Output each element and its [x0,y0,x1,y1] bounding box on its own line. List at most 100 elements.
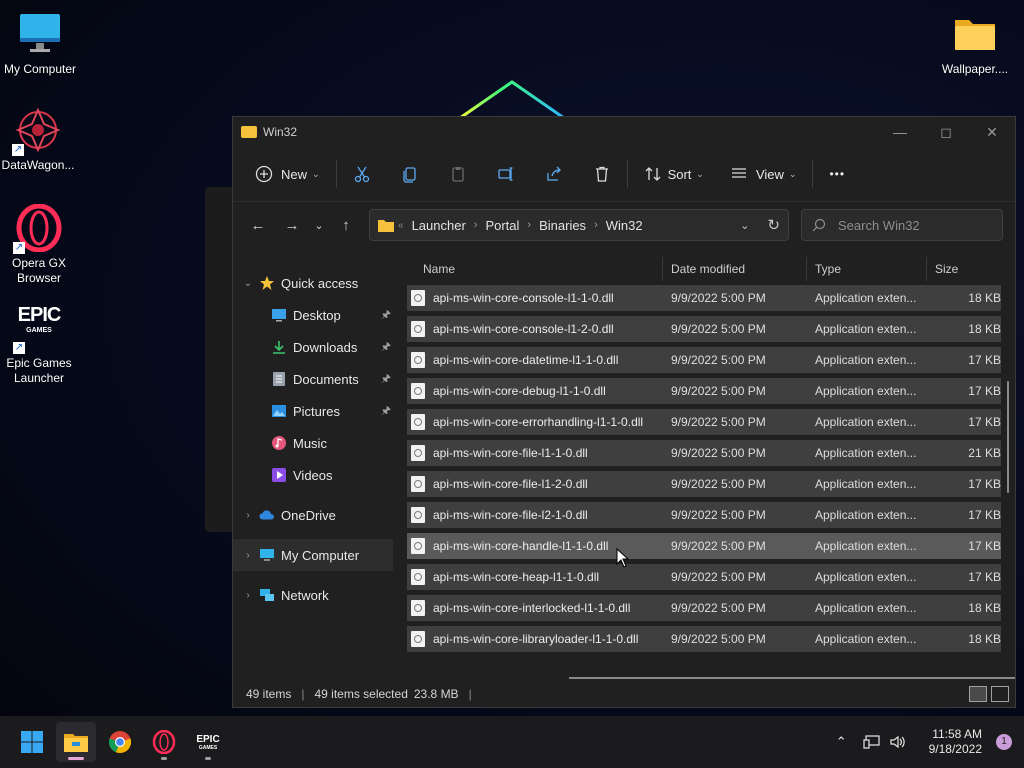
taskbar-file-explorer[interactable] [56,722,96,762]
desktop-icon-label: DataWagon... [1,158,75,172]
file-size: 17 KB [968,415,1001,429]
nav-item-desktop[interactable]: Desktop 🖈 [233,299,393,331]
taskbar-epic-games[interactable]: EPIC GAMES [188,722,228,762]
file-name: api-ms-win-core-datetime-l1-1-0.dll [433,353,619,367]
column-header-type[interactable]: Type [807,257,927,281]
nav-item-my-computer[interactable]: › My Computer [233,539,393,571]
chevron-up-icon[interactable]: ⌃ [836,734,847,750]
details-view-button[interactable] [969,686,987,702]
sort-label: Sort [667,166,692,182]
nav-item-music[interactable]: Music [233,427,393,459]
forward-button[interactable]: → [277,210,307,240]
delete-button[interactable] [585,158,619,190]
address-bar[interactable]: « Launcher › Portal › Binaries › Win32 ⌄… [369,209,789,241]
desktop-icon-label: Opera GX Browser [11,256,67,285]
table-row[interactable]: api-ms-win-core-console-l1-1-0.dll 9/9/20… [407,285,1001,311]
nav-item-downloads[interactable]: Downloads 🖈 [233,331,393,363]
close-button[interactable]: ✕ [969,117,1015,147]
minimize-button[interactable]: — [877,117,923,147]
back-button[interactable]: ← [243,210,273,240]
tiles-view-button[interactable] [991,686,1009,702]
network-status-icon[interactable] [863,734,881,750]
file-type: Application exten... [815,415,917,429]
file-size: 17 KB [968,570,1001,584]
sort-icon [645,167,661,181]
nav-item-videos[interactable]: Videos [233,459,393,491]
desktop-icon-opera-gx[interactable]: ↗ Opera GX Browser [0,203,79,286]
dll-file-icon [411,631,425,647]
dll-file-icon [411,383,425,399]
paste-button[interactable] [441,158,475,190]
table-row[interactable]: api-ms-win-core-datetime-l1-1-0.dll 9/9/2… [407,347,1001,373]
chevron-right-icon[interactable]: › [241,550,255,561]
search-input[interactable]: Search Win32 [801,209,1003,241]
start-button[interactable] [12,722,52,762]
nav-item-pictures[interactable]: Pictures 🖈 [233,395,393,427]
vertical-scrollbar[interactable] [1007,381,1009,493]
rename-icon [497,167,513,181]
table-row[interactable]: api-ms-win-core-interlocked-l1-1-0.dll 9/… [407,595,1001,621]
desktop-icon-my-computer[interactable]: My Computer [0,10,80,77]
file-name: api-ms-win-core-handle-l1-1-0.dll [433,539,609,553]
maximize-button[interactable]: ◻ [923,117,969,147]
table-row[interactable]: api-ms-win-core-file-l1-2-0.dll 9/9/2022 … [407,471,1001,497]
view-button[interactable]: View ⌄ [722,158,805,190]
nav-item-quick-access[interactable]: ⌄ Quick access [233,267,393,299]
taskbar-chrome[interactable] [100,722,140,762]
table-row[interactable]: api-ms-win-core-heap-l1-1-0.dll 9/9/2022 … [407,564,1001,590]
command-bar: New ⌄ Sort ⌄ View ⌄ ••• [233,147,1015,202]
breadcrumb-win32[interactable]: Win32 [606,218,643,233]
title-bar[interactable]: Win32 — ◻ ✕ [233,117,1015,147]
breadcrumb-binaries[interactable]: Binaries [539,218,586,233]
table-row[interactable]: api-ms-win-core-console-l1-2-0.dll 9/9/20… [407,316,1001,342]
nav-item-documents[interactable]: Documents 🖈 [233,363,393,395]
breadcrumb-launcher[interactable]: Launcher [412,218,466,233]
clock[interactable]: 11:58 AM 9/18/2022 [929,727,982,757]
desktop-icon-label: My Computer [3,62,77,76]
file-rows: api-ms-win-core-console-l1-1-0.dll 9/9/20… [407,285,1015,652]
breadcrumb-portal[interactable]: Portal [485,218,519,233]
copy-button[interactable] [393,158,427,190]
column-header-date[interactable]: Date modified [663,257,807,281]
nav-label: Downloads [293,339,358,355]
table-row[interactable]: api-ms-win-core-libraryloader-l1-1-0.dll… [407,626,1001,652]
background-window [205,187,233,532]
nav-item-onedrive[interactable]: › OneDrive [233,499,393,531]
chevron-down-icon[interactable]: ⌄ [241,278,255,289]
nav-label: Pictures [293,403,340,419]
table-row[interactable]: api-ms-win-core-errorhandling-l1-1-0.dll… [407,409,1001,435]
up-button[interactable]: ↑ [331,210,361,240]
desktop-icon-epic-games[interactable]: EPIC GAMES ↗ Epic Games Launcher [0,304,79,386]
desktop-icon-datawagon[interactable]: ↗ DataWagon... [0,106,78,173]
sort-button[interactable]: Sort ⌄ [636,158,712,190]
taskbar-opera-gx[interactable] [144,722,184,762]
table-row[interactable]: api-ms-win-core-debug-l1-1-0.dll 9/9/2022… [407,378,1001,404]
nav-item-network[interactable]: › Network [233,579,393,611]
column-header-size[interactable]: Size [927,257,999,281]
chevron-right-icon[interactable]: › [241,510,255,521]
refresh-icon[interactable]: ↻ [767,216,780,234]
table-row[interactable]: api-ms-win-core-handle-l1-1-0.dll 9/9/202… [407,533,1001,559]
column-header-name[interactable]: Name [407,257,663,281]
share-button[interactable] [537,158,571,190]
recent-locations-button[interactable]: ⌄ [307,210,331,240]
notification-badge[interactable]: 1 [996,734,1012,750]
volume-icon[interactable] [889,734,907,750]
chevron-right-icon: › [473,219,478,231]
horizontal-scrollbar[interactable] [569,677,1015,679]
rename-button[interactable] [489,158,523,190]
file-type: Application exten... [815,353,917,367]
cut-button[interactable] [345,158,379,190]
desktop-icon-wallpaper[interactable]: Wallpaper.... [935,10,1015,77]
chevron-right-icon[interactable]: › [241,590,255,601]
address-dropdown-icon[interactable]: ⌄ [740,219,749,232]
more-options-button[interactable]: ••• [821,158,853,190]
table-row[interactable]: api-ms-win-core-file-l1-1-0.dll 9/9/2022 … [407,440,1001,466]
new-button[interactable]: New ⌄ [247,158,328,190]
view-label: View [755,166,784,182]
monitor-icon [16,10,64,58]
table-row[interactable]: api-ms-win-core-file-l2-1-0.dll 9/9/2022 … [407,502,1001,528]
navigation-row: ← → ⌄ ↑ « Launcher › Portal › Binaries ›… [233,202,1015,248]
file-size: 18 KB [968,322,1001,336]
clock-date: 9/18/2022 [928,742,982,756]
